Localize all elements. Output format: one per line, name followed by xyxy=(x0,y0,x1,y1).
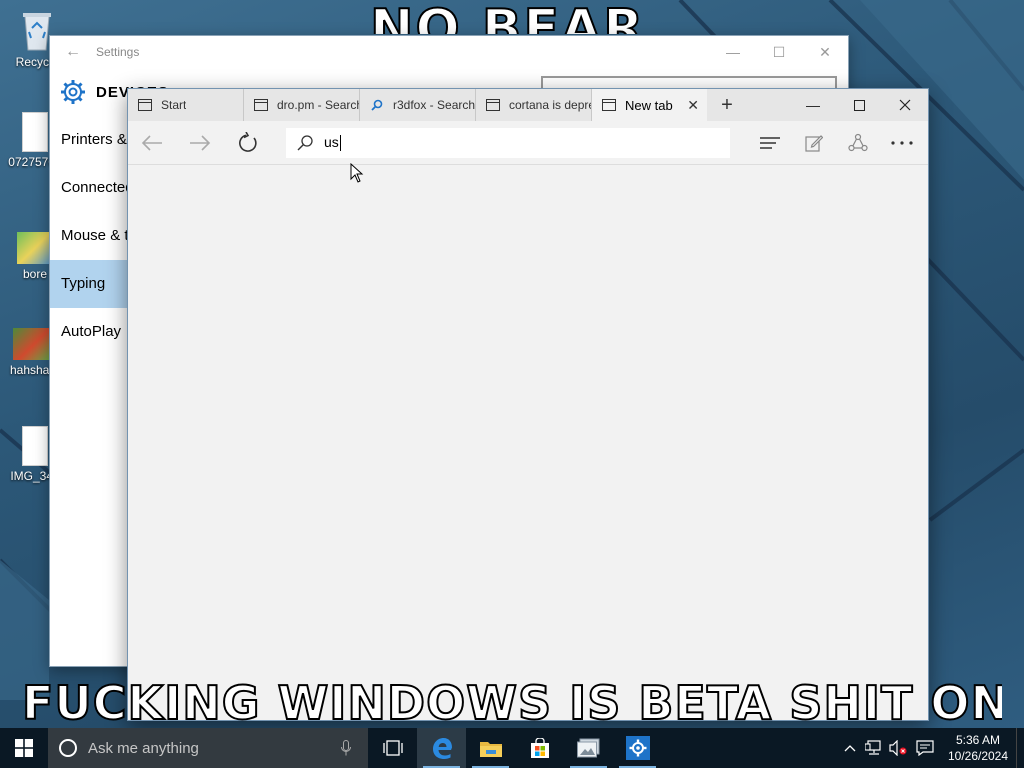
tab-cortana[interactable]: cortana is deprecated xyxy=(476,89,592,121)
address-bar[interactable]: us xyxy=(286,127,730,158)
tab-label: cortana is deprecated xyxy=(509,98,591,112)
maximize-button[interactable] xyxy=(836,89,882,121)
document-icon xyxy=(22,426,48,466)
file-explorer-icon xyxy=(479,742,502,757)
settings-nav-connected-devices[interactable]: Connected devices xyxy=(50,164,128,212)
edge-icon xyxy=(432,738,452,759)
settings-nav-typing[interactable]: Typing xyxy=(50,260,128,308)
maximize-button[interactable]: ☐ xyxy=(756,44,802,61)
task-view-button[interactable] xyxy=(368,728,417,768)
forward-button[interactable] xyxy=(176,121,224,165)
close-button[interactable]: ✕ xyxy=(802,44,848,61)
volume-muted-icon[interactable] xyxy=(886,740,910,756)
task-view-icon xyxy=(382,740,403,756)
image-file-icon xyxy=(17,232,53,264)
address-input-value[interactable]: us xyxy=(324,134,339,150)
photos-icon xyxy=(576,738,599,758)
tab-bar: Start dro.pm - Search r3dfox - Search co… xyxy=(128,89,928,121)
settings-icon xyxy=(625,736,650,760)
text-caret xyxy=(339,135,341,152)
back-button[interactable] xyxy=(128,121,176,165)
tab-r3dfox[interactable]: r3dfox - Search xyxy=(360,89,476,121)
clock-time: 5:36 AM xyxy=(955,733,1001,747)
clock-date: 10/26/2024 xyxy=(947,749,1009,763)
share-icon xyxy=(848,133,868,151)
tab-label: Start xyxy=(161,98,187,112)
system-tray: 5:36 AM 10/26/2024 xyxy=(838,728,1024,768)
taskbar-settings[interactable] xyxy=(613,728,662,768)
tab-label: New tab xyxy=(625,97,673,113)
tab-start[interactable]: Start xyxy=(128,89,244,121)
page-icon xyxy=(253,99,269,111)
close-tab-icon[interactable]: ✕ xyxy=(687,97,699,114)
taskbar: Ask me anything 5:36 AM 10/26/2024 xyxy=(0,728,1024,768)
forward-arrow-icon xyxy=(190,134,211,151)
taskbar-photos[interactable] xyxy=(564,728,613,768)
back-arrow-icon[interactable]: ← xyxy=(50,43,96,61)
settings-window-title: Settings xyxy=(96,45,140,59)
tab-label: r3dfox - Search xyxy=(393,98,475,112)
settings-title-bar: ← Settings — ☐ ✕ xyxy=(50,36,848,68)
navigation-bar: us xyxy=(128,121,928,165)
settings-nav-mouse[interactable]: Mouse & touchpad xyxy=(50,212,128,260)
more-button[interactable] xyxy=(880,121,924,165)
tab-new-tab[interactable]: New tab ✕ xyxy=(592,89,707,121)
page-icon xyxy=(601,99,617,111)
web-note-icon xyxy=(805,134,823,152)
action-center-icon[interactable] xyxy=(910,740,940,756)
tab-dro-pm[interactable]: dro.pm - Search xyxy=(244,89,360,121)
tab-label: dro.pm - Search xyxy=(277,98,359,112)
close-button[interactable] xyxy=(882,89,928,121)
document-icon xyxy=(22,112,48,152)
hub-button[interactable] xyxy=(748,121,792,165)
search-icon xyxy=(286,134,324,152)
refresh-icon xyxy=(239,131,257,152)
chevron-up-icon[interactable] xyxy=(838,744,862,752)
new-tab-button[interactable]: + xyxy=(707,89,747,121)
store-icon xyxy=(530,738,549,758)
refresh-button[interactable] xyxy=(224,121,272,165)
page-content[interactable] xyxy=(128,166,928,720)
meme-top-text: NO BEAR xyxy=(370,0,646,34)
page-icon xyxy=(485,99,501,111)
microphone-icon[interactable] xyxy=(324,740,368,756)
gear-icon xyxy=(50,79,96,105)
clock[interactable]: 5:36 AM 10/26/2024 xyxy=(940,732,1016,764)
network-icon[interactable] xyxy=(862,740,886,756)
toolbar-actions xyxy=(748,121,924,165)
cortana-circle-icon xyxy=(48,738,88,758)
taskbar-file-explorer[interactable] xyxy=(466,728,515,768)
taskbar-edge[interactable] xyxy=(417,728,466,768)
minimize-button[interactable]: — xyxy=(790,89,836,121)
page-icon xyxy=(137,99,153,111)
hub-icon xyxy=(760,136,780,149)
settings-nav-printers[interactable]: Printers & scanners xyxy=(50,116,128,164)
minimize-button[interactable]: — xyxy=(710,44,756,60)
image-file-icon xyxy=(13,328,49,360)
mouse-cursor-icon xyxy=(350,162,364,188)
windows-logo-icon xyxy=(15,739,33,757)
edge-browser-window: Start dro.pm - Search r3dfox - Search co… xyxy=(127,88,929,721)
settings-nav-autoplay[interactable]: AutoPlay xyxy=(50,308,128,356)
start-button[interactable] xyxy=(0,728,48,768)
settings-nav: Printers & scanners Connected devices Mo… xyxy=(50,116,128,356)
back-arrow-icon xyxy=(141,134,162,151)
more-icon xyxy=(891,140,913,145)
web-note-button[interactable] xyxy=(792,121,836,165)
meme-bottom-text: FUCKING WINDOWS IS BETA SHIT ON THIS VM xyxy=(22,676,1002,728)
search-icon xyxy=(369,99,385,111)
cortana-search-box[interactable]: Ask me anything xyxy=(48,728,368,768)
show-desktop-button[interactable] xyxy=(1016,728,1024,768)
share-button[interactable] xyxy=(836,121,880,165)
cortana-search-placeholder: Ask me anything xyxy=(88,739,199,757)
taskbar-store[interactable] xyxy=(515,728,564,768)
